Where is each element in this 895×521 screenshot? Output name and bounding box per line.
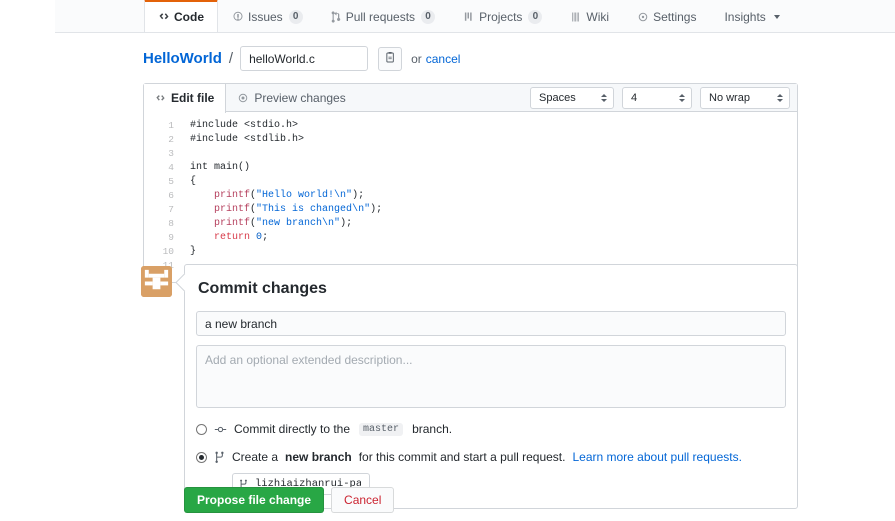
line-number: 3 (144, 147, 174, 161)
eye-icon (237, 92, 249, 104)
nav-item-label: Pull requests (346, 10, 415, 24)
radio-create-new-branch[interactable] (196, 452, 207, 463)
breadcrumb-repo-link[interactable]: HelloWorld (143, 50, 222, 67)
code-line: { (190, 175, 797, 189)
code-icon (155, 93, 166, 104)
select-arrows-icon (679, 94, 685, 102)
nav-item-projects[interactable]: Projects 0 (449, 0, 556, 32)
git-branch-icon (214, 451, 225, 464)
editor-panel: Edit file Preview changes Spaces 4 No wr… (143, 83, 798, 283)
new-branch-text-after: for this commit and start a pull request… (359, 450, 566, 464)
line-wrap-value: No wrap (709, 92, 750, 104)
file-move-icon (384, 51, 397, 67)
nav-item-label: Projects (479, 10, 522, 24)
pull-requests-counter: 0 (421, 10, 435, 24)
new-branch-text-before: Create a (232, 450, 278, 464)
projects-counter: 0 (528, 10, 542, 24)
line-number: 6 (144, 189, 174, 203)
nav-item-label: Code (174, 10, 204, 24)
editor-settings-group: Spaces 4 No wrap (530, 87, 790, 109)
code-line: printf("This is changed\n"); (190, 203, 797, 217)
nav-item-code[interactable]: Code (144, 0, 218, 32)
avatar (141, 266, 172, 297)
line-number: 2 (144, 133, 174, 147)
nav-item-pull-requests[interactable]: Pull requests 0 (317, 0, 449, 32)
nav-item-insights[interactable]: Insights (710, 0, 793, 32)
commit-direct-text-before: Commit directly to the (234, 422, 350, 436)
commit-panel: Commit changes Commit directly to the ma… (184, 264, 798, 509)
line-number: 1 (144, 119, 174, 133)
indent-mode-value: Spaces (539, 92, 576, 104)
breadcrumb-separator: / (229, 50, 233, 67)
file-path-row: HelloWorld / or cancel (143, 46, 460, 71)
commit-actions: Propose file change Cancel (184, 487, 394, 513)
chevron-down-icon (774, 15, 780, 19)
indent-width-value: 4 (631, 92, 637, 104)
nav-item-issues[interactable]: Issues 0 (218, 0, 317, 32)
user-avatar-identicon (141, 266, 172, 297)
commit-option-new-branch[interactable]: Create a new branch for this commit and … (196, 450, 786, 464)
tab-edit-file[interactable]: Edit file (144, 84, 226, 113)
project-icon (463, 11, 475, 23)
or-label: or (411, 52, 422, 66)
gear-icon (637, 11, 649, 23)
filename-input[interactable] (240, 46, 368, 71)
nav-item-label: Settings (653, 10, 696, 24)
line-wrap-select[interactable]: No wrap (700, 87, 790, 109)
learn-more-pull-requests-link[interactable]: Learn more about pull requests. (572, 450, 741, 464)
code-line: #include <stdlib.h> (190, 133, 797, 147)
code-line: int main() (190, 161, 797, 175)
issue-opened-icon (232, 11, 244, 23)
line-number: 8 (144, 217, 174, 231)
commit-panel-title: Commit changes (198, 280, 786, 298)
commit-direct-text-after: branch. (412, 422, 452, 436)
cancel-button[interactable]: Cancel (331, 487, 394, 513)
code-line: printf("Hello world!\n"); (190, 189, 797, 203)
select-arrows-icon (601, 94, 607, 102)
editor-toolbar: Edit file Preview changes Spaces 4 No wr… (144, 84, 797, 112)
book-icon (570, 11, 582, 23)
line-number: 10 (144, 245, 174, 259)
code-editor[interactable]: 1234567891011 #include <stdio.h>#include… (144, 112, 797, 282)
commit-message-input[interactable] (196, 311, 786, 336)
repo-nav-list: Code Issues 0 Pull requests 0 Projects 0 (55, 0, 895, 32)
line-number: 5 (144, 175, 174, 189)
line-number-gutter: 1234567891011 (144, 119, 178, 273)
nav-item-label: Insights (724, 10, 765, 24)
git-commit-icon (214, 423, 227, 436)
code-line: #include <stdio.h> (190, 119, 797, 133)
move-file-button[interactable] (378, 47, 402, 71)
tab-label: Edit file (171, 91, 214, 105)
nav-item-wiki[interactable]: Wiki (556, 0, 623, 32)
git-pull-request-icon (331, 11, 342, 23)
code-icon (158, 11, 170, 23)
indent-mode-select[interactable]: Spaces (530, 87, 614, 109)
line-number: 7 (144, 203, 174, 217)
line-number: 4 (144, 161, 174, 175)
commit-option-direct[interactable]: Commit directly to the master branch. (196, 422, 786, 436)
nav-item-label: Issues (248, 10, 283, 24)
nav-item-settings[interactable]: Settings (623, 0, 710, 32)
nav-item-label: Wiki (586, 10, 609, 24)
code-line: printf("new branch\n"); (190, 217, 797, 231)
propose-file-change-button[interactable]: Propose file change (184, 487, 324, 513)
code-content[interactable]: #include <stdio.h>#include <stdlib.h> in… (178, 119, 797, 273)
tab-label: Preview changes (254, 91, 345, 105)
tab-preview-changes[interactable]: Preview changes (226, 83, 356, 112)
indent-width-select[interactable]: 4 (622, 87, 692, 109)
new-branch-emphasis: new branch (285, 450, 352, 464)
repo-nav: Code Issues 0 Pull requests 0 Projects 0 (55, 0, 895, 33)
issues-counter: 0 (289, 10, 303, 24)
code-line: } (190, 245, 797, 259)
commit-description-textarea[interactable] (196, 345, 786, 408)
select-arrows-icon (777, 94, 783, 102)
radio-commit-directly[interactable] (196, 424, 207, 435)
line-number: 9 (144, 231, 174, 245)
code-line: return 0; (190, 231, 797, 245)
code-line (190, 147, 797, 161)
cancel-rename-link[interactable]: cancel (426, 52, 461, 66)
master-branch-chip: master (359, 423, 403, 436)
